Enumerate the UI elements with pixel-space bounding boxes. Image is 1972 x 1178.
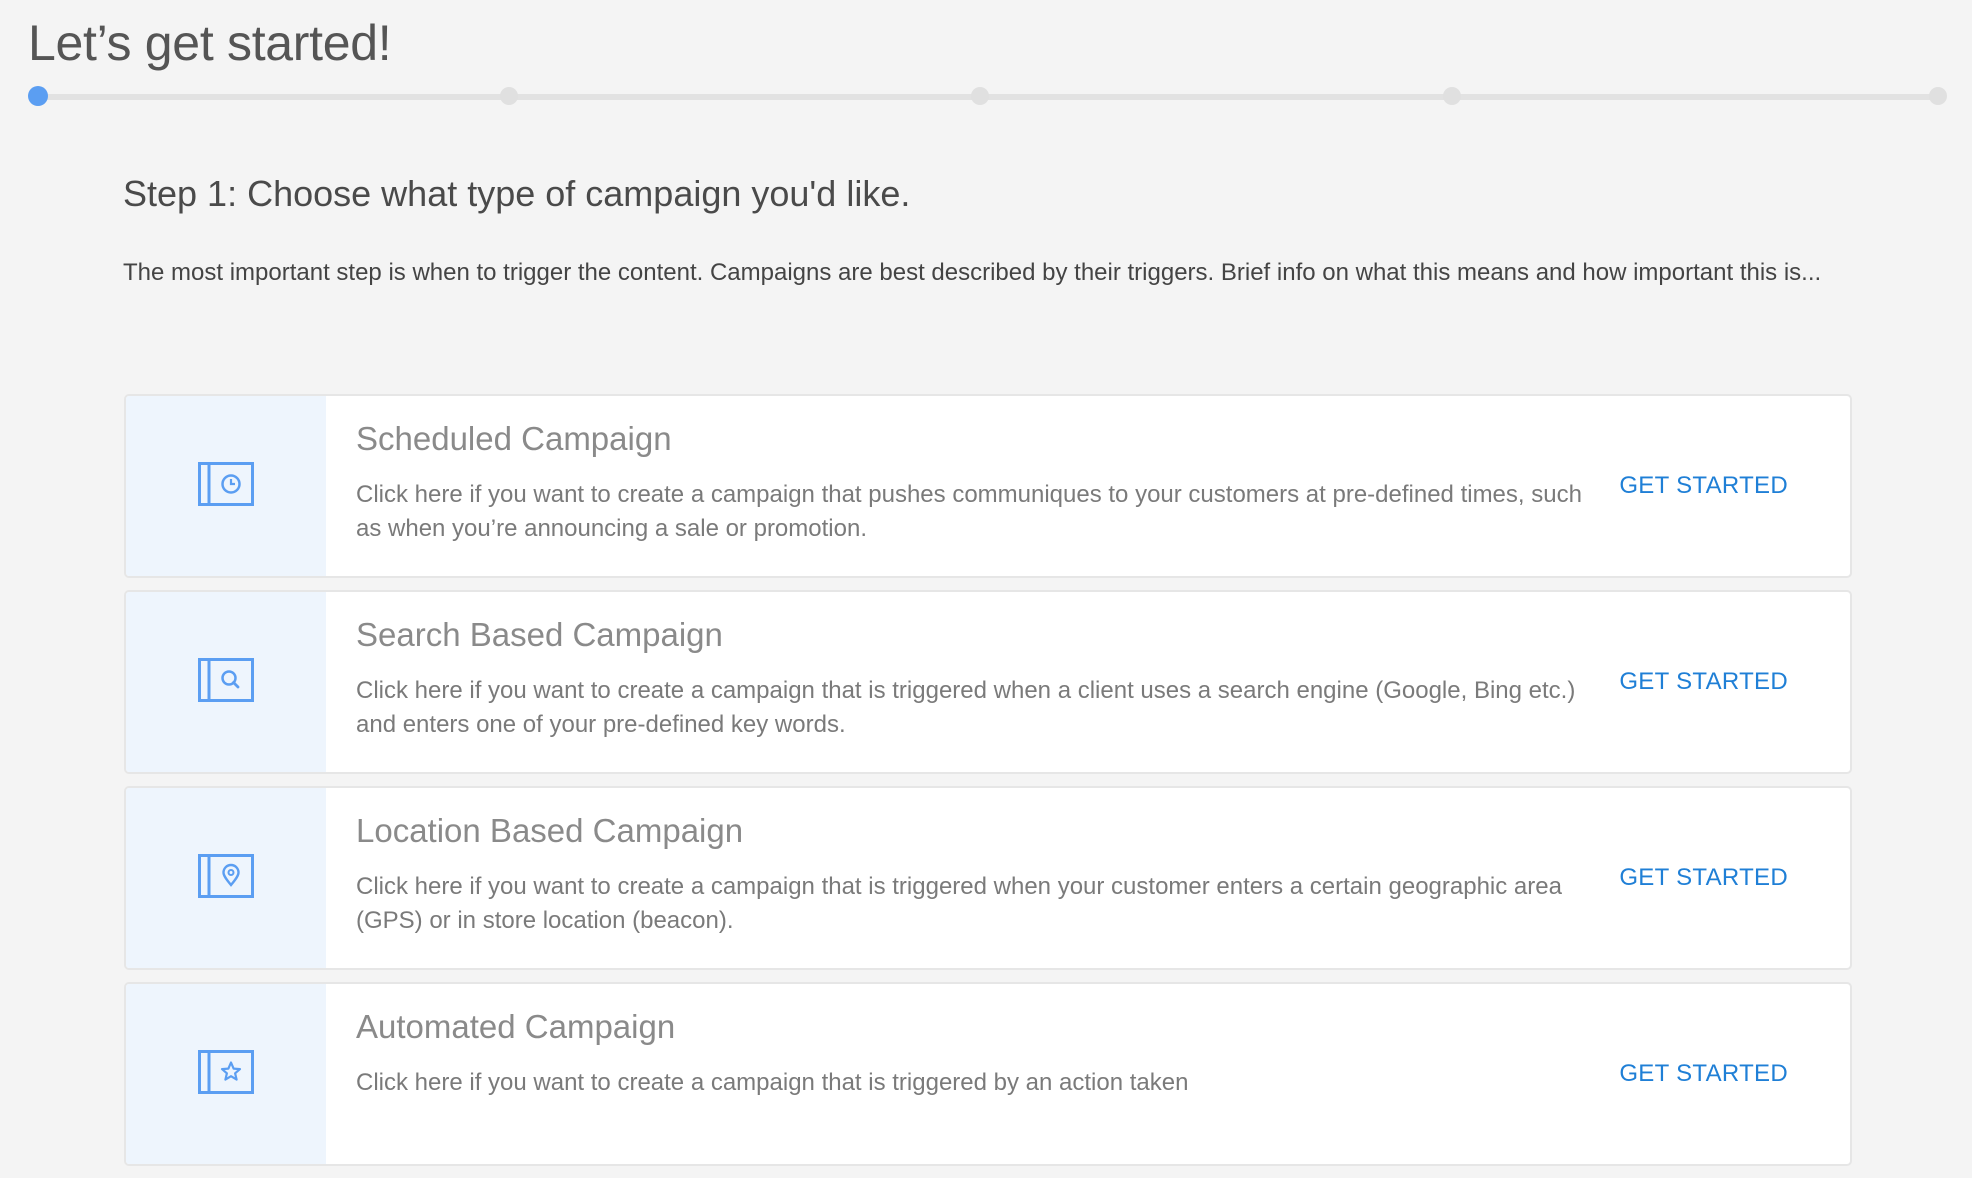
card-icon-panel	[126, 396, 326, 576]
campaign-type-list: Scheduled Campaign Click here if you wan…	[124, 394, 1852, 1178]
get-started-button-scheduled[interactable]: GET STARTED	[1619, 472, 1788, 500]
search-icon	[198, 658, 254, 702]
campaign-card-automated[interactable]: Automated Campaign Click here if you wan…	[124, 982, 1852, 1166]
star-icon	[198, 1050, 254, 1094]
card-title: Automated Campaign	[356, 1008, 676, 1045]
campaign-card-search-based[interactable]: Search Based Campaign Click here if you …	[124, 590, 1852, 774]
card-description: Click here if you want to create a campa…	[356, 677, 1576, 738]
card-description: Click here if you want to create a campa…	[356, 1069, 1189, 1096]
step-intro-text: The most important step is when to trigg…	[123, 259, 1822, 286]
progress-step-2-dot[interactable]	[500, 87, 519, 105]
progress-step-1-dot[interactable]	[28, 86, 48, 106]
step-heading: Step 1: Choose what type of campaign you…	[123, 173, 911, 214]
card-title: Search Based Campaign	[356, 616, 723, 653]
progress-step-3-dot[interactable]	[971, 87, 990, 105]
card-title: Scheduled Campaign	[356, 420, 672, 457]
card-title: Location Based Campaign	[356, 812, 744, 849]
get-started-button-automated[interactable]: GET STARTED	[1619, 1060, 1788, 1088]
progress-step-5-dot[interactable]	[1929, 87, 1947, 105]
scheduled-clock-icon	[198, 462, 254, 506]
card-icon-panel	[126, 788, 326, 968]
progress-stepper	[28, 86, 1947, 106]
card-icon-panel	[126, 592, 326, 772]
campaign-card-location-based[interactable]: Location Based Campaign Click here if yo…	[124, 786, 1852, 970]
get-started-button-search-based[interactable]: GET STARTED	[1619, 668, 1788, 696]
card-icon-panel	[126, 984, 326, 1164]
card-description: Click here if you want to create a campa…	[356, 873, 1562, 934]
card-description: Click here if you want to create a campa…	[356, 481, 1582, 542]
progress-step-4-dot[interactable]	[1442, 87, 1461, 105]
location-pin-icon	[198, 854, 254, 898]
get-started-button-location-based[interactable]: GET STARTED	[1619, 864, 1788, 892]
campaign-card-scheduled[interactable]: Scheduled Campaign Click here if you wan…	[124, 394, 1852, 578]
page-title: Let’s get started!	[28, 15, 392, 71]
